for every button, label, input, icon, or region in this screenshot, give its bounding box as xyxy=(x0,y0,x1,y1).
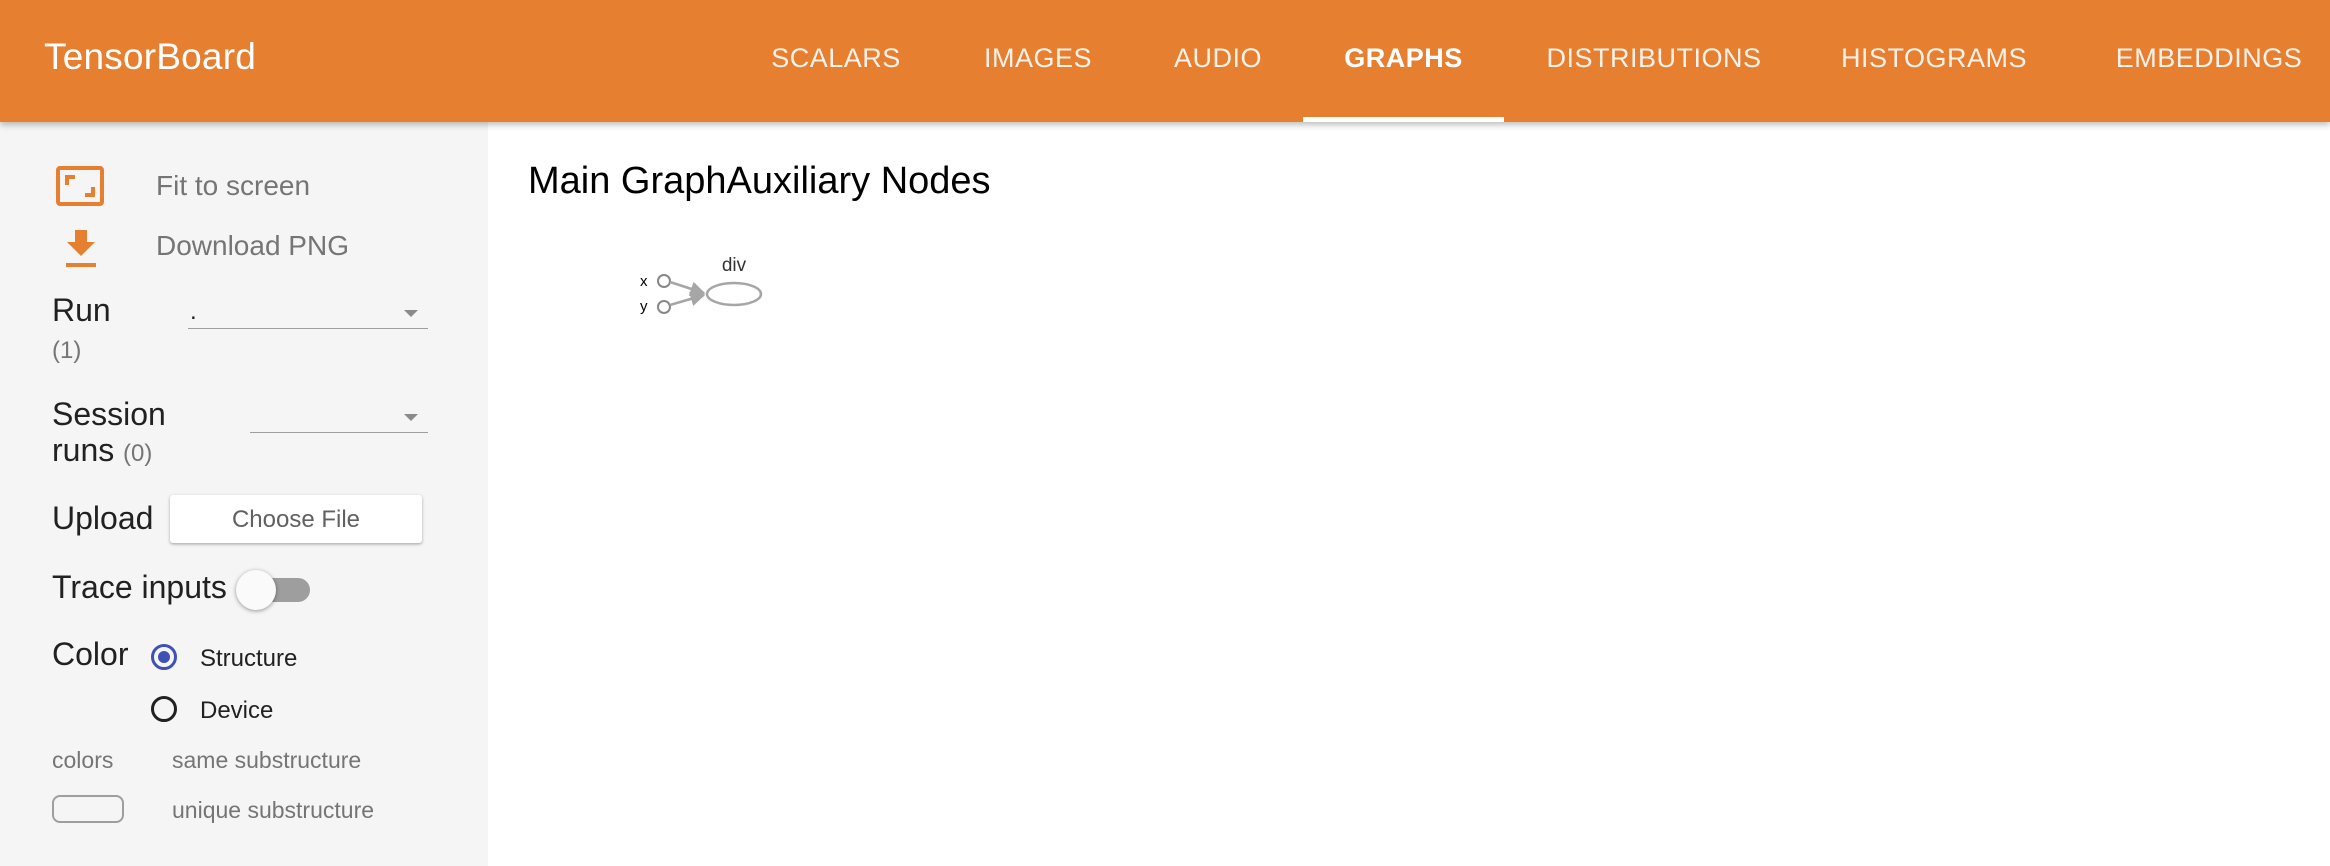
tab-scalars[interactable]: SCALARS xyxy=(760,0,912,122)
sidebar: Fit to screen Download PNG Run (1) . Ses… xyxy=(0,122,488,866)
tab-label: GRAPHS xyxy=(1344,43,1463,73)
tab-label: HISTOGRAMS xyxy=(1840,43,2028,73)
session-runs-select[interactable] xyxy=(250,402,428,433)
choose-file-button[interactable]: Choose File xyxy=(170,495,422,543)
tab-label: EMBEDDINGS xyxy=(2115,43,2303,73)
fit-to-screen-label: Fit to screen xyxy=(156,170,311,201)
run-count: (1) xyxy=(52,337,82,364)
edge-x-div xyxy=(669,280,706,296)
radio-device[interactable] xyxy=(151,696,177,722)
legend-swatch xyxy=(52,795,124,823)
radio-device-label: Device xyxy=(200,697,274,724)
run-label: Run xyxy=(52,292,111,328)
tab-embeddings[interactable]: EMBEDDINGS xyxy=(2106,0,2312,122)
tab-audio[interactable]: AUDIO xyxy=(1164,0,1272,122)
download-icon xyxy=(66,230,96,267)
run-select[interactable]: . xyxy=(188,298,428,329)
trace-inputs-label: Trace inputs xyxy=(52,569,227,605)
placeholder-node-y[interactable] xyxy=(657,300,671,314)
chevron-down-icon xyxy=(404,414,418,421)
download-png-button[interactable]: Download PNG xyxy=(52,222,372,268)
tab-distributions[interactable]: DISTRIBUTIONS xyxy=(1532,0,1776,122)
tab-label: SCALARS xyxy=(771,43,901,73)
tab-histograms[interactable]: HISTOGRAMS xyxy=(1834,0,2034,122)
upload-label: Upload xyxy=(52,500,154,536)
edge-y-div xyxy=(669,291,706,307)
page-title: Main GraphAuxiliary Nodes xyxy=(528,160,991,202)
tab-label: IMAGES xyxy=(983,43,1093,73)
toggle-knob[interactable] xyxy=(236,570,276,610)
session-runs-label-line2: runs xyxy=(52,432,115,468)
fit-screen-icon xyxy=(56,166,104,206)
tab-images[interactable]: IMAGES xyxy=(976,0,1100,122)
radio-structure[interactable] xyxy=(151,644,177,670)
app-title: TensorBoard xyxy=(44,36,256,77)
op-node-div[interactable] xyxy=(705,281,763,307)
legend-same-substructure: same substructure xyxy=(172,747,362,773)
chevron-down-icon xyxy=(404,310,418,317)
radio-structure-label: Structure xyxy=(200,645,298,672)
fit-to-screen-button[interactable]: Fit to screen xyxy=(52,162,372,208)
active-tab-indicator xyxy=(1303,117,1504,122)
input-label-x: x xyxy=(640,273,648,290)
session-runs-label-line1: Session xyxy=(52,396,166,432)
legend-unique-substructure: unique substructure xyxy=(172,797,375,823)
op-node-label: div xyxy=(722,255,747,276)
graph-canvas[interactable]: x y div xyxy=(630,245,770,325)
tab-label: DISTRIBUTIONS xyxy=(1546,43,1762,73)
download-png-label: Download PNG xyxy=(156,230,349,261)
input-label-y: y xyxy=(640,298,648,315)
run-select-value: . xyxy=(190,298,197,325)
placeholder-node-x[interactable] xyxy=(657,274,671,288)
top-app-bar: TensorBoard SCALARS IMAGES AUDIO GRAPHS … xyxy=(0,0,2330,122)
tab-graphs[interactable]: GRAPHS xyxy=(1303,0,1504,122)
tab-label: AUDIO xyxy=(1173,43,1262,73)
color-label: Color xyxy=(52,636,129,672)
legend-colors-label: colors xyxy=(52,747,114,773)
session-runs-count: (0) xyxy=(123,440,153,467)
